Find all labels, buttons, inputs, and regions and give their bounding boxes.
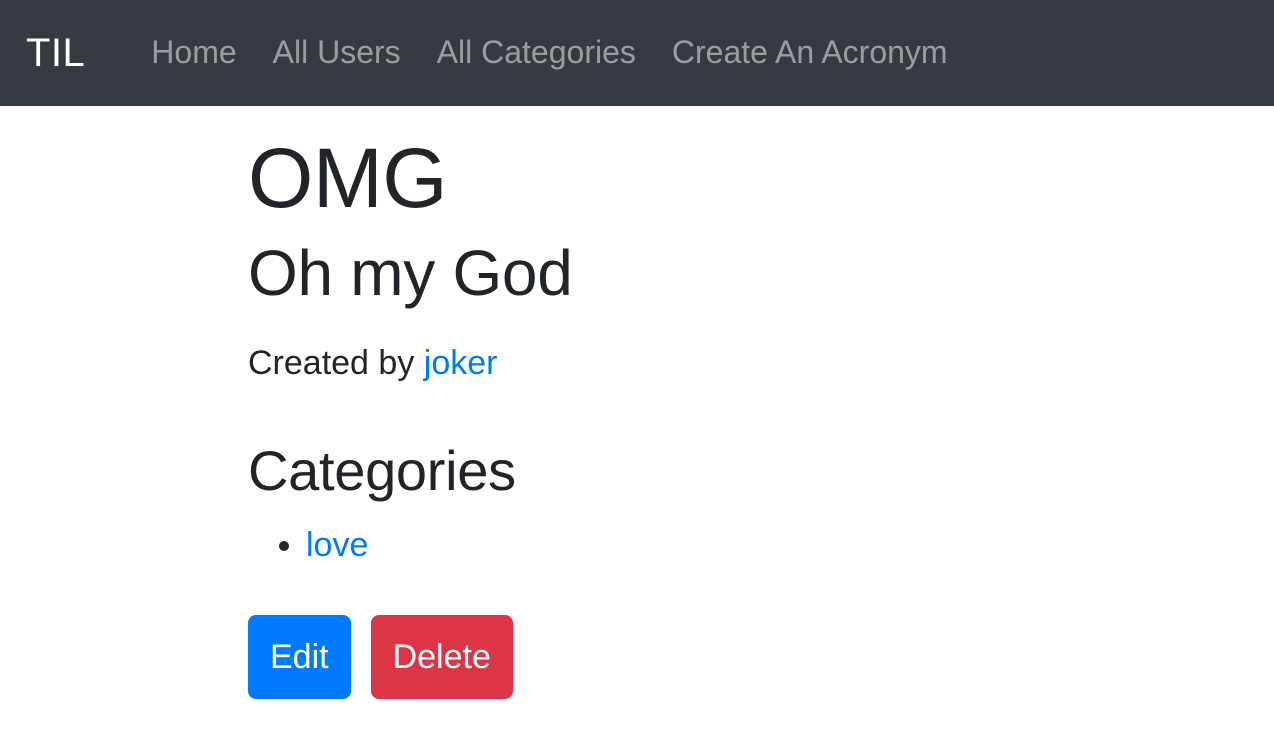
- nav-item-all-categories[interactable]: All Categories: [419, 35, 654, 70]
- navbar-links: Home All Users All Categories Create An …: [133, 35, 965, 70]
- nav-item-home[interactable]: Home: [133, 35, 254, 70]
- nav-link-create-an-acronym[interactable]: Create An Acronym: [654, 35, 966, 70]
- nav-item-all-users[interactable]: All Users: [255, 35, 419, 70]
- delete-button[interactable]: Delete: [370, 614, 513, 699]
- acronym-detail-content: OMG Oh my God Created by joker Categorie…: [0, 106, 1274, 699]
- main-navbar: TIL Home All Users All Categories Create…: [0, 0, 1274, 106]
- categories-heading: Categories: [248, 438, 516, 502]
- category-link-love[interactable]: love: [306, 526, 368, 564]
- navbar-brand-til[interactable]: TIL: [26, 33, 85, 73]
- category-list: love: [248, 520, 1234, 571]
- nav-item-create-an-acronym[interactable]: Create An Acronym: [654, 35, 966, 70]
- action-button-row: Edit Delete: [248, 614, 1234, 699]
- creator-link[interactable]: joker: [424, 344, 498, 382]
- edit-button[interactable]: Edit: [248, 614, 351, 699]
- nav-link-all-categories[interactable]: All Categories: [419, 35, 654, 70]
- nav-link-all-users[interactable]: All Users: [255, 35, 419, 70]
- acronym-short-title: OMG: [248, 131, 448, 225]
- created-by-label: Created by: [248, 343, 415, 382]
- acronym-long-title: Oh my God: [248, 236, 573, 309]
- list-item: love: [306, 520, 1234, 571]
- creator-line: Created by joker: [248, 338, 1234, 389]
- nav-link-home[interactable]: Home: [133, 35, 254, 70]
